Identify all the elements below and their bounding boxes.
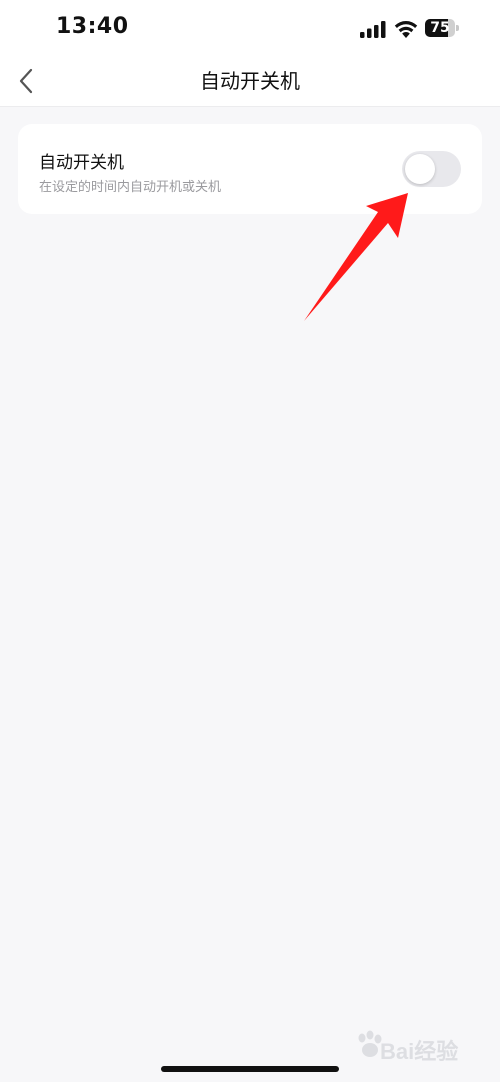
battery-level: 75 bbox=[430, 20, 450, 36]
page-title: 自动开关机 bbox=[200, 69, 300, 93]
cellular-signal-icon bbox=[360, 21, 386, 38]
wifi-icon bbox=[394, 21, 418, 38]
battery-icon: 75 bbox=[425, 19, 455, 37]
watermark-text: Bai经验 bbox=[380, 1039, 459, 1064]
auto-power-toggle[interactable] bbox=[402, 151, 461, 187]
setting-description: 在设定的时间内自动开机或关机 bbox=[39, 180, 222, 195]
home-indicator[interactable] bbox=[161, 1066, 339, 1072]
battery-indicator: 75 bbox=[425, 19, 461, 37]
chevron-left-icon bbox=[19, 68, 33, 94]
back-button[interactable] bbox=[8, 62, 44, 100]
auto-power-setting-card: 自动开关机 在设定的时间内自动开机或关机 bbox=[18, 124, 482, 214]
watermark: Bai经验 bbox=[354, 1024, 494, 1074]
toggle-knob bbox=[405, 154, 435, 184]
battery-tip bbox=[456, 25, 459, 31]
setting-title: 自动开关机 bbox=[39, 153, 124, 173]
navigation-bar: 自动开关机 bbox=[0, 56, 500, 107]
status-time: 13:40 bbox=[56, 14, 129, 39]
status-bar: 13:40 75 bbox=[0, 0, 500, 56]
